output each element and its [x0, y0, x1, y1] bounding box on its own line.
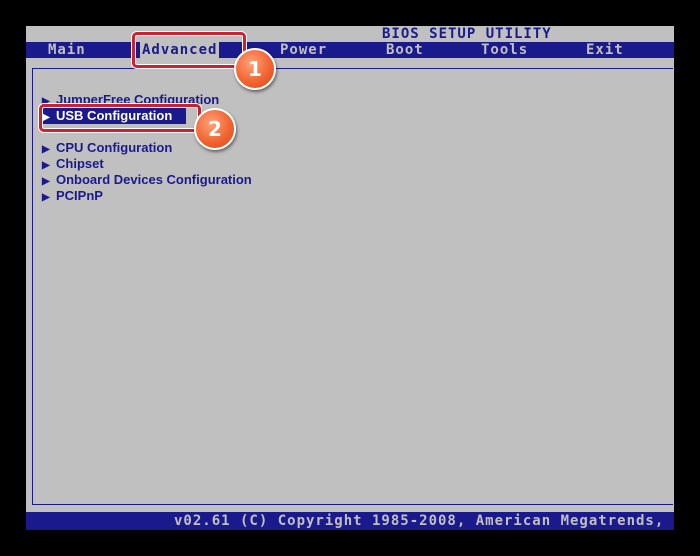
- menu-item-label: Chipset: [56, 156, 104, 171]
- tab-exit[interactable]: Exit: [584, 42, 626, 58]
- menu-item-label: Onboard Devices Configuration: [56, 172, 252, 187]
- step-1-badge: 1: [234, 48, 276, 90]
- menu-item-label: PCIPnP: [56, 188, 103, 203]
- menu-item-chipset[interactable]: ▶ Chipset: [42, 156, 104, 172]
- copyright-text: v02.61 (C) Copyright 1985-2008, American…: [174, 513, 674, 529]
- menu-item-pcipnp[interactable]: ▶ PCIPnP: [42, 188, 103, 204]
- menu-item-onboard-devices[interactable]: ▶ Onboard Devices Configuration: [42, 172, 252, 188]
- advanced-tab-highlight: [132, 32, 246, 68]
- title-bar: BIOS SETUP UTILITY: [26, 26, 674, 42]
- tab-boot[interactable]: Boot: [384, 42, 426, 58]
- status-bar: v02.61 (C) Copyright 1985-2008, American…: [26, 512, 674, 530]
- bios-title: BIOS SETUP UTILITY: [382, 26, 552, 42]
- menu-item-cpu-configuration[interactable]: ▶ CPU Configuration: [42, 140, 172, 156]
- tab-tools[interactable]: Tools: [479, 42, 530, 58]
- tab-power[interactable]: Power: [278, 42, 329, 58]
- usb-configuration-highlight: [39, 104, 201, 132]
- tab-bar: Main Advanced Power Boot Tools Exit: [26, 42, 674, 58]
- bios-screen: BIOS SETUP UTILITY Main Advanced Power B…: [26, 26, 674, 530]
- step-2-badge: 2: [194, 108, 236, 150]
- menu-item-label: CPU Configuration: [56, 140, 173, 155]
- content-panel: [32, 68, 673, 505]
- tab-main[interactable]: Main: [46, 42, 88, 58]
- arrow-right-icon: ▶: [42, 192, 50, 203]
